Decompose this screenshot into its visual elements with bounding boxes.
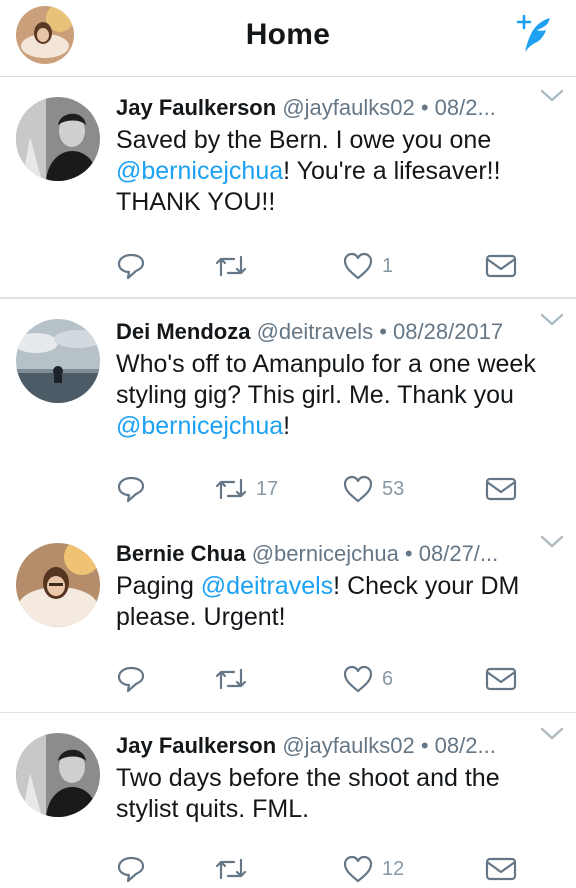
tweet-meta: Bernie Chua @bernicejchua • 08/27/... [116, 541, 499, 566]
reply-button[interactable] [116, 663, 146, 695]
reply-icon [117, 253, 145, 280]
compose-tweet-icon[interactable] [514, 12, 554, 56]
author-handle: @deitravels [256, 319, 374, 344]
author-handle: @jayfaulks02 [282, 733, 415, 758]
author-name[interactable]: Bernie Chua [116, 541, 246, 566]
reply-button[interactable] [116, 853, 146, 885]
reply-icon [117, 666, 145, 693]
tweet-meta: Jay Faulkerson @jayfaulks02 • 08/2... [116, 95, 496, 120]
retweet-icon [215, 255, 247, 277]
tweet[interactable]: Bernie Chua @bernicejchua • 08/27/... Pa… [0, 521, 576, 713]
mention-link[interactable]: @bernicejchua [116, 157, 283, 185]
like-button[interactable]: 12 [342, 853, 404, 885]
author-handle: @jayfaulks02 [282, 95, 415, 120]
like-count: 53 [382, 477, 405, 500]
retweet-icon [215, 668, 247, 690]
reply-icon [117, 476, 145, 503]
tweet-date: 08/27/... [418, 541, 499, 566]
direct-message-icon [485, 857, 517, 881]
tweet-date: 08/28/2017 [393, 319, 504, 344]
like-icon [343, 475, 373, 503]
like-count: 6 [382, 667, 394, 690]
reply-button[interactable] [116, 473, 146, 505]
author-avatar[interactable] [16, 733, 100, 817]
reply-icon [117, 856, 145, 883]
like-count: 1 [382, 254, 394, 277]
like-icon [343, 252, 373, 280]
retweet-icon [215, 478, 247, 500]
author-handle: @bernicejchua [251, 541, 399, 566]
direct-message-button[interactable] [484, 853, 518, 885]
mention-link[interactable]: @deitravels [201, 572, 333, 600]
mention-link[interactable]: @bernicejchua [116, 412, 283, 440]
tweet-text: Two days before the shoot and the stylis… [116, 764, 500, 823]
direct-message-button[interactable] [484, 473, 518, 505]
tweet-text: Saved by the Bern. I owe you one @bernic… [116, 126, 501, 216]
author-name[interactable]: Jay Faulkerson [116, 95, 276, 120]
author-avatar[interactable] [16, 543, 100, 627]
retweet-count: 17 [256, 477, 279, 500]
tweet-meta: Dei Mendoza @deitravels • 08/28/2017 [116, 319, 504, 344]
retweet-icon [215, 858, 247, 880]
direct-message-icon [485, 477, 517, 501]
like-button[interactable]: 53 [342, 473, 404, 505]
page-title: Home [245, 18, 331, 51]
author-avatar[interactable] [16, 97, 100, 181]
direct-message-icon [485, 254, 517, 278]
tweet-date: 08/2... [434, 733, 496, 758]
tweet-text: Who's off to Amanpulo for a one week sty… [116, 350, 536, 440]
like-count: 12 [382, 857, 405, 880]
direct-message-button[interactable] [484, 663, 518, 695]
tweet[interactable]: Jay Faulkerson @jayfaulks02 • 08/2... Tw… [0, 713, 576, 888]
retweet-button[interactable] [214, 853, 256, 885]
retweet-button[interactable] [214, 250, 256, 282]
reply-button[interactable] [116, 250, 146, 282]
like-button[interactable]: 1 [342, 250, 393, 282]
like-button[interactable]: 6 [342, 663, 393, 695]
tweet-meta: Jay Faulkerson @jayfaulks02 • 08/2... [116, 733, 496, 758]
like-icon [343, 665, 373, 693]
author-avatar[interactable] [16, 319, 100, 403]
retweet-button[interactable]: 17 [214, 473, 278, 505]
timeline-header: Home [0, 0, 576, 77]
like-icon [343, 855, 373, 883]
retweet-button[interactable] [214, 663, 256, 695]
direct-message-button[interactable] [484, 250, 518, 282]
author-name[interactable]: Dei Mendoza [116, 319, 250, 344]
direct-message-icon [485, 667, 517, 691]
tweet-date: 08/2... [434, 95, 496, 120]
author-name[interactable]: Jay Faulkerson [116, 733, 276, 758]
tweet-text: Paging @deitravels! Check your DM please… [116, 572, 520, 631]
tweet[interactable]: Dei Mendoza @deitravels • 08/28/2017 Who… [0, 298, 576, 522]
